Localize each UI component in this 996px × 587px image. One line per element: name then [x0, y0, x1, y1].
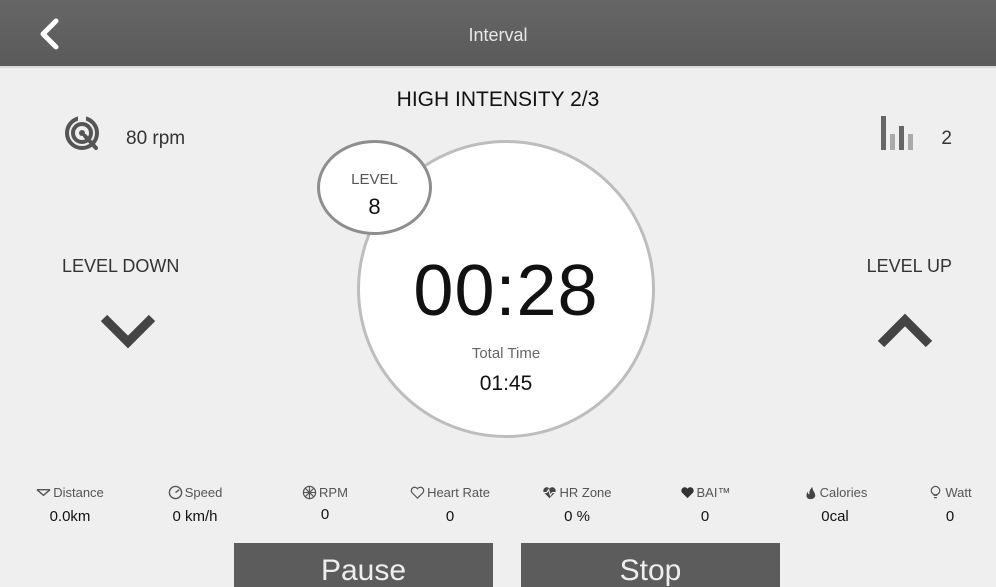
stat-value: 0: [320, 506, 330, 523]
stat-value: 0: [445, 508, 455, 525]
stat-label: Distance: [53, 485, 104, 500]
stat-label: Watt: [945, 485, 972, 500]
bar-chart-icon: [881, 116, 914, 150]
pause-button[interactable]: Pause: [234, 543, 493, 587]
flame-icon: [806, 486, 815, 500]
profile-value: 2: [941, 128, 952, 149]
heart-icon: [410, 486, 425, 499]
stat-heart-rate: Heart Rate 0: [400, 485, 500, 525]
stat-bai: BAI™ 0: [670, 485, 740, 525]
stat-calories: Calories 0cal: [790, 485, 880, 525]
stat-label: HR Zone: [559, 485, 612, 500]
rpm-icon: [302, 485, 317, 500]
distance-icon: [36, 488, 51, 497]
stat-watt: Watt 0: [915, 485, 985, 525]
page-title: Interval: [468, 25, 528, 45]
header-bar: Interval: [0, 0, 996, 68]
cadence-icon: [65, 114, 99, 150]
stat-distance: Distance 0.0km: [30, 485, 110, 525]
level-down-button[interactable]: [98, 310, 158, 350]
interval-timer: 00:28: [413, 251, 599, 331]
profile-display: 2: [879, 112, 952, 152]
stat-hr-zone: HR Zone 0 %: [532, 485, 622, 525]
level-value: 8: [368, 194, 381, 219]
hr-zone-icon: [543, 487, 557, 499]
level-up-label: LEVEL UP: [866, 256, 952, 276]
stat-value: 0 %: [564, 508, 590, 525]
total-time-label: Total Time: [471, 345, 541, 362]
cadence-display: 80 rpm: [62, 112, 185, 152]
level-up-button[interactable]: [875, 312, 935, 352]
stat-label: RPM: [319, 485, 348, 500]
stop-button[interactable]: Stop: [521, 543, 780, 587]
chevron-down-icon: [100, 314, 156, 349]
bulb-icon: [931, 485, 941, 499]
stat-value: 0: [700, 508, 710, 525]
speed-icon: [168, 485, 182, 500]
total-time-value: 01:45: [479, 372, 533, 395]
stat-label: Speed: [184, 485, 223, 500]
stats-bar: Distance 0.0km Speed 0 km/h RPM 0 Heart …: [0, 485, 996, 535]
stat-label: BAI™: [696, 485, 731, 500]
stat-speed: Speed 0 km/h: [155, 485, 235, 525]
stat-label: Heart Rate: [427, 485, 490, 500]
stat-value: 0 km/h: [172, 508, 218, 525]
stat-value: 0.0km: [49, 508, 91, 525]
bai-icon: [680, 487, 694, 499]
cadence-value: 80 rpm: [126, 128, 186, 149]
level-down-label: LEVEL DOWN: [62, 256, 180, 276]
stat-value: 0cal: [821, 508, 849, 525]
level-label: LEVEL: [351, 171, 398, 188]
stat-value: 0: [945, 508, 955, 525]
level-indicator[interactable]: LEVEL 8: [317, 140, 432, 235]
stat-label: Calories: [819, 485, 868, 500]
stat-rpm: RPM 0: [290, 485, 360, 523]
chevron-up-icon: [877, 313, 933, 348]
segment-title: HIGH INTENSITY 2/3: [396, 88, 600, 111]
